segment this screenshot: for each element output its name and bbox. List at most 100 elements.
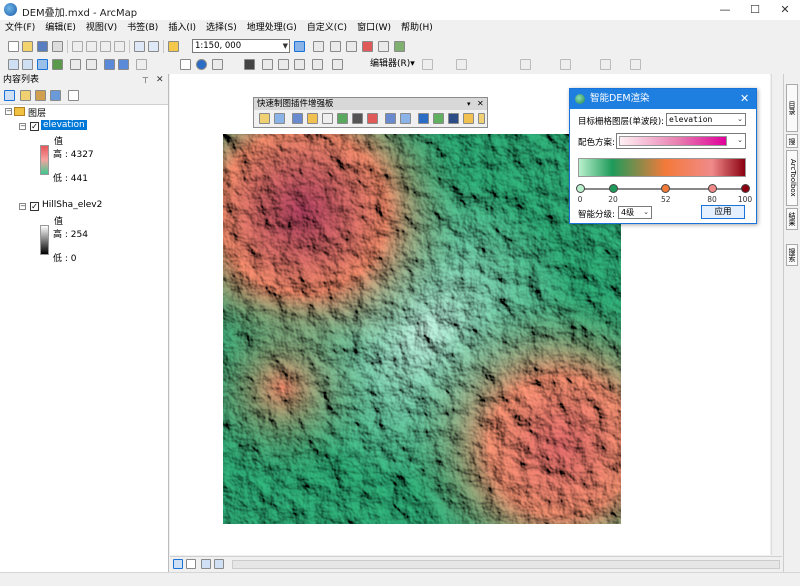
color-stop-handle-1[interactable] bbox=[608, 184, 618, 193]
layer-hillshade-label[interactable]: HillSha_elev2 bbox=[42, 200, 102, 210]
save-icon[interactable] bbox=[37, 41, 48, 52]
quick-tool-10-icon[interactable] bbox=[400, 113, 411, 124]
add-data-icon[interactable] bbox=[168, 41, 179, 52]
model-builder-icon[interactable] bbox=[394, 41, 405, 52]
hillshade-color-ramp[interactable] bbox=[40, 225, 49, 255]
print-icon[interactable] bbox=[52, 41, 63, 52]
pan-icon[interactable] bbox=[37, 59, 48, 70]
quick-tool-8-icon[interactable] bbox=[367, 113, 378, 124]
dock-tab-search-2[interactable]: 搜索 bbox=[786, 244, 798, 266]
fixed-zoom-in-icon[interactable] bbox=[70, 59, 81, 70]
quick-tool-15-icon[interactable] bbox=[478, 113, 485, 124]
quick-toolbar-close-button[interactable]: ✕ bbox=[477, 98, 484, 110]
hyperlink-icon[interactable] bbox=[212, 59, 223, 70]
pin-icon[interactable]: ⊤ bbox=[142, 74, 149, 87]
time-slider-icon[interactable] bbox=[312, 59, 323, 70]
map-vertical-scrollbar[interactable] bbox=[771, 74, 783, 555]
create-features-icon[interactable] bbox=[630, 59, 641, 70]
refresh-icon[interactable] bbox=[201, 559, 211, 569]
menu-selection[interactable]: 选择(S) bbox=[201, 20, 242, 37]
map-scale-combo[interactable]: 1:150, 000 ▼ bbox=[192, 39, 290, 53]
menu-insert[interactable]: 插入(I) bbox=[163, 20, 201, 37]
elevation-color-ramp[interactable] bbox=[40, 145, 49, 175]
list-by-drawing-order-icon[interactable] bbox=[4, 90, 15, 101]
new-document-icon[interactable] bbox=[8, 41, 19, 52]
identify-icon[interactable] bbox=[196, 59, 207, 70]
maximize-button[interactable]: ☐ bbox=[740, 0, 770, 20]
edit-tool-icon[interactable] bbox=[422, 59, 433, 70]
back-extent-icon[interactable] bbox=[104, 59, 115, 70]
dialog-close-button[interactable]: ✕ bbox=[740, 89, 749, 109]
editor-menu-button[interactable]: 编辑器(R)▾ bbox=[370, 57, 415, 71]
select-elements-icon[interactable] bbox=[180, 59, 191, 70]
dialog-title-bar[interactable]: 智能DEM渲染 ✕ bbox=[570, 89, 756, 109]
menu-bookmarks[interactable]: 书签(B) bbox=[122, 20, 163, 37]
create-viewer-icon[interactable] bbox=[332, 59, 343, 70]
pause-drawing-icon[interactable] bbox=[214, 559, 224, 569]
target-layer-select[interactable]: elevation ⌄ bbox=[666, 113, 746, 126]
full-extent-icon[interactable] bbox=[52, 59, 63, 70]
toc-close-button[interactable]: ✕ bbox=[156, 74, 164, 87]
quick-toolbar-menu-icon[interactable]: ▾ bbox=[467, 98, 471, 110]
redo-icon[interactable] bbox=[148, 41, 159, 52]
expand-layers-icon[interactable]: − bbox=[5, 108, 12, 115]
zoom-out-icon[interactable] bbox=[22, 59, 33, 70]
copy-icon[interactable] bbox=[86, 41, 97, 52]
select-features-icon[interactable] bbox=[136, 59, 147, 70]
menu-customize[interactable]: 自定义(C) bbox=[302, 20, 352, 37]
undo-icon[interactable] bbox=[134, 41, 145, 52]
toc-window-icon[interactable] bbox=[313, 41, 324, 52]
quick-tool-2-icon[interactable] bbox=[274, 113, 285, 124]
dem-raster-map[interactable] bbox=[223, 134, 621, 524]
list-by-source-icon[interactable] bbox=[20, 90, 31, 101]
quick-tool-12-icon[interactable] bbox=[433, 113, 444, 124]
menu-file[interactable]: 文件(F) bbox=[0, 20, 40, 37]
color-scheme-select[interactable]: ⌄ bbox=[616, 133, 746, 149]
data-view-icon[interactable] bbox=[173, 559, 183, 569]
dock-tab-results[interactable]: 结果 bbox=[786, 208, 798, 230]
menu-edit[interactable]: 编辑(E) bbox=[40, 20, 81, 37]
quick-tool-5-icon[interactable] bbox=[322, 113, 333, 124]
expand-hillshade-icon[interactable]: − bbox=[19, 203, 26, 210]
editor-toolbar-icon[interactable] bbox=[294, 41, 305, 52]
menu-view[interactable]: 视图(V) bbox=[81, 20, 122, 37]
cut-icon[interactable] bbox=[72, 41, 83, 52]
forward-extent-icon[interactable] bbox=[118, 59, 129, 70]
sketch-properties-icon[interactable] bbox=[600, 59, 611, 70]
paste-icon[interactable] bbox=[100, 41, 111, 52]
close-window-button[interactable]: ✕ bbox=[770, 0, 800, 20]
split-tool-icon[interactable] bbox=[520, 59, 531, 70]
list-by-visibility-icon[interactable] bbox=[35, 90, 46, 101]
python-window-icon[interactable] bbox=[378, 41, 389, 52]
classification-select[interactable]: 4级 ⌄ bbox=[618, 206, 652, 219]
color-stop-handle-3[interactable] bbox=[707, 184, 717, 193]
menu-help[interactable]: 帮助(H) bbox=[396, 20, 438, 37]
attributes-icon[interactable] bbox=[560, 59, 571, 70]
dock-tab-search[interactable]: 搜索 bbox=[786, 134, 798, 148]
quick-tool-1-icon[interactable] bbox=[259, 113, 270, 124]
color-stop-handle-2[interactable] bbox=[661, 184, 671, 193]
quick-tool-4-icon[interactable] bbox=[307, 113, 318, 124]
dock-tab-catalog[interactable]: 目录 bbox=[786, 84, 798, 132]
open-folder-icon[interactable] bbox=[22, 41, 33, 52]
color-stop-handle-4[interactable] bbox=[740, 184, 750, 193]
color-stop-handle-0[interactable] bbox=[575, 184, 585, 193]
quick-tool-14-icon[interactable] bbox=[463, 113, 474, 124]
straight-segment-icon[interactable] bbox=[456, 59, 467, 70]
elevation-visibility-checkbox[interactable]: ✓ bbox=[30, 122, 39, 131]
quick-toolbar-title-bar[interactable]: 快速制图插件增强板 ▾ ✕ bbox=[254, 98, 487, 110]
quick-tool-6-icon[interactable] bbox=[337, 113, 348, 124]
go-to-xy-icon[interactable] bbox=[278, 59, 289, 70]
apply-button[interactable]: 应用 bbox=[701, 205, 745, 219]
fixed-zoom-out-icon[interactable] bbox=[86, 59, 97, 70]
quick-tool-9-icon[interactable] bbox=[385, 113, 396, 124]
find-binoculars-icon[interactable] bbox=[244, 59, 255, 70]
minimize-button[interactable]: — bbox=[710, 0, 740, 20]
dock-tab-arctoolbox[interactable]: ArcToolbox bbox=[786, 150, 798, 206]
find-route-icon[interactable] bbox=[262, 59, 273, 70]
layout-view-icon[interactable] bbox=[186, 559, 196, 569]
quick-tool-3-icon[interactable] bbox=[292, 113, 303, 124]
map-horizontal-scrollbar[interactable] bbox=[232, 560, 780, 569]
arctoolbox-icon[interactable] bbox=[362, 41, 373, 52]
hillshade-visibility-checkbox[interactable]: ✓ bbox=[30, 202, 39, 211]
